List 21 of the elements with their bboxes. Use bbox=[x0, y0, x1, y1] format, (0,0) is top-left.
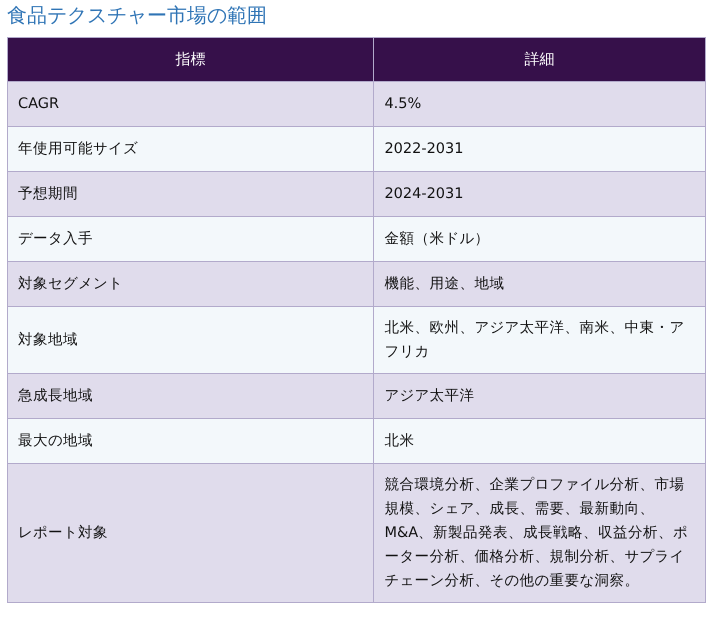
table-cell: 機能、用途、地域 bbox=[374, 262, 706, 306]
column-header: 指標 bbox=[8, 38, 374, 82]
table-cell: 最大の地域 bbox=[8, 418, 374, 464]
table-cell: 2024-2031 bbox=[374, 172, 706, 216]
page-title: 食品テクスチャー市場の範囲 bbox=[7, 2, 268, 29]
table-cell: 年使用可能サイズ bbox=[8, 126, 374, 172]
table-cell: 予想期間 bbox=[8, 172, 374, 216]
table-cell: 対象セグメント bbox=[8, 262, 374, 306]
table-cell: データ入手 bbox=[8, 216, 374, 262]
table-cell: 4.5% bbox=[374, 82, 706, 126]
table-cell: CAGR bbox=[8, 82, 374, 126]
table-cell: レポート対象 bbox=[8, 464, 374, 602]
table-cell: 急成長地域 bbox=[8, 374, 374, 418]
table-cell: 競合環境分析、企業プロファイル分析、市場規模、シェア、成長、需要、最新動向、M&A、新製品発表、成長戦略、収益分析、ポーター分析、価格分析、規制分析、サプライチェーン分析、その他の重要な洞察。 bbox=[374, 464, 706, 602]
table-cell: 2022-2031 bbox=[374, 126, 706, 172]
column-header: 詳細 bbox=[374, 38, 706, 82]
table-cell: アジア太平洋 bbox=[374, 374, 706, 418]
table-cell: 金額（米ドル） bbox=[374, 216, 706, 262]
table-cell: 北米、欧州、アジア太平洋、南米、中東・アフリカ bbox=[374, 306, 706, 374]
table-cell: 北米 bbox=[374, 418, 706, 464]
table-cell: 対象地域 bbox=[8, 306, 374, 374]
